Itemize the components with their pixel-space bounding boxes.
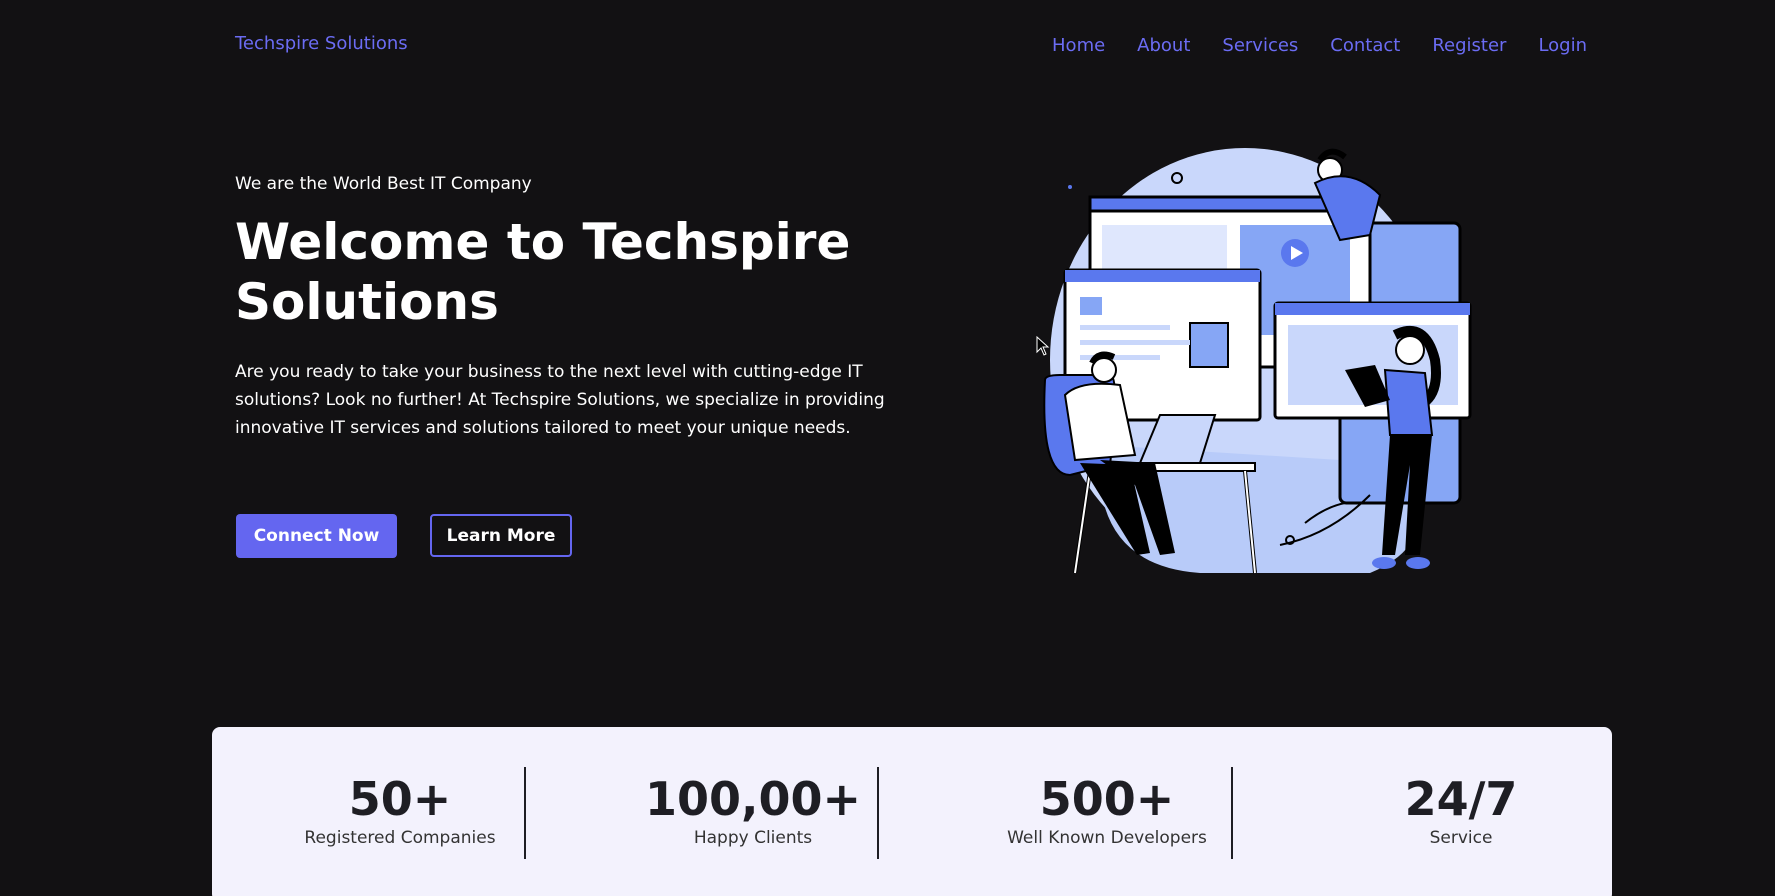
stat-label: Well Known Developers <box>1007 828 1207 848</box>
nav-about[interactable]: About <box>1137 35 1190 56</box>
stat-value: 24/7 <box>1404 772 1518 826</box>
hero-section: We are the World Best IT Company Welcome… <box>235 174 895 442</box>
learn-more-button[interactable]: Learn More <box>430 514 572 557</box>
stat-divider <box>1231 767 1233 859</box>
hero-description: Are you ready to take your business to t… <box>235 362 885 438</box>
stat-value: 100,00+ <box>644 772 862 826</box>
stat-service: 24/7 Service <box>1286 772 1636 848</box>
nav-home[interactable]: Home <box>1052 35 1105 56</box>
mouse-cursor-icon <box>1036 336 1050 356</box>
hero-tagline: We are the World Best IT Company <box>235 174 532 194</box>
hero-illustration <box>1043 148 1472 574</box>
landing-page: Techspire Solutions Home About Services … <box>0 0 1775 896</box>
stat-divider <box>877 767 879 859</box>
stat-value: 500+ <box>1039 772 1175 826</box>
stat-divider <box>524 767 526 859</box>
nav-contact[interactable]: Contact <box>1330 35 1400 56</box>
nav-login[interactable]: Login <box>1538 35 1587 56</box>
stat-label: Service <box>1429 828 1493 848</box>
nav-register[interactable]: Register <box>1432 35 1506 56</box>
connect-now-button[interactable]: Connect Now <box>236 514 397 558</box>
stat-label: Registered Companies <box>304 828 496 848</box>
hero-actions: Connect Now Learn More <box>236 514 572 558</box>
hero-title: Welcome to Techspire Solutions <box>235 213 851 331</box>
nav-services[interactable]: Services <box>1222 35 1298 56</box>
stat-developers: 500+ Well Known Developers <box>932 772 1282 848</box>
stat-happy-clients: 100,00+ Happy Clients <box>578 772 928 848</box>
main-nav: Home About Services Contact Register Log… <box>1052 35 1587 56</box>
brand-logo-link[interactable]: Techspire Solutions <box>235 33 408 54</box>
stats-panel: 50+ Registered Companies 100,00+ Happy C… <box>212 727 1612 896</box>
stat-registered-companies: 50+ Registered Companies <box>225 772 575 848</box>
stat-label: Happy Clients <box>693 828 813 848</box>
stat-value: 50+ <box>348 772 452 826</box>
